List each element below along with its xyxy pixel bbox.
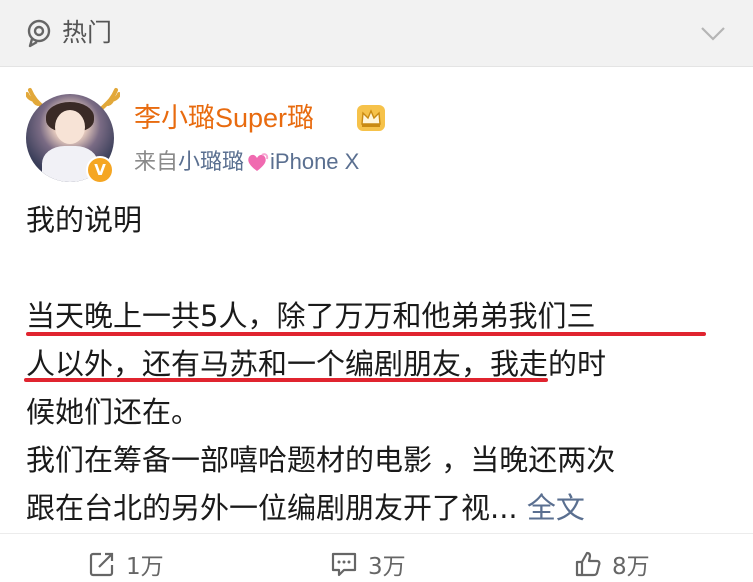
repost-count: 1万: [126, 554, 164, 580]
comment-count: 3万: [368, 554, 406, 580]
source-via: 来自: [134, 150, 179, 175]
post-body[interactable]: 我的说明 当天晚上一共5人，除了万万和他弟弟我们三 人以外，还有马苏和一个编剧朋…: [24, 196, 726, 532]
post-title: 我的说明: [26, 203, 143, 237]
source-device[interactable]: iPhone X: [270, 149, 359, 174]
hot-section-header[interactable]: 热门: [0, 0, 753, 67]
post-line: 候她们还在。: [26, 388, 726, 436]
crown-icon: [357, 105, 385, 131]
post-line: 人以外，还有马苏和一个编剧朋友，我走的时: [24, 340, 726, 388]
username[interactable]: 李小璐Super璐: [134, 100, 314, 136]
post-line: 我们在筹备一部嘻哈题材的电影 ，当晚还两次: [26, 436, 726, 484]
post-line: 当天晚上一共5人，除了万万和他弟弟我们三: [26, 292, 726, 340]
like-count: 8万: [612, 554, 650, 580]
heart-icon: [248, 153, 269, 171]
red-underline: [26, 332, 706, 336]
divider: [0, 533, 753, 534]
post-line-text: 我们在筹备一部嘻哈题材的电影 ，当晚还两次: [26, 443, 616, 477]
comment-icon: [331, 552, 357, 577]
post-line: 跟在台北的另外一位编剧朋友开了视... 全文: [26, 484, 726, 532]
location-pin-icon: [27, 19, 51, 48]
chevron-down-icon[interactable]: [698, 20, 728, 46]
post-source: 来自小璐璐 iPhone X: [134, 146, 359, 179]
full-text-link[interactable]: 全文: [527, 491, 585, 525]
post-line-text: 候她们还在。: [26, 395, 201, 429]
post-line-text: 跟在台北的另外一位编剧朋友开了视...: [26, 491, 518, 525]
avatar[interactable]: V: [22, 84, 122, 184]
post-line-text: 当天晚上一共5人，除了万万和他弟弟我们三: [26, 299, 596, 333]
red-underline: [24, 378, 548, 382]
post-line-text: 人以外，还有马苏和一个编剧朋友，我走的时: [26, 347, 607, 381]
thumbs-up-icon: [575, 551, 601, 577]
hot-label: 热门: [62, 18, 113, 47]
source-client-prefix[interactable]: 小璐璐: [178, 149, 244, 174]
repost-icon: [89, 552, 114, 577]
verified-badge: V: [86, 156, 114, 184]
